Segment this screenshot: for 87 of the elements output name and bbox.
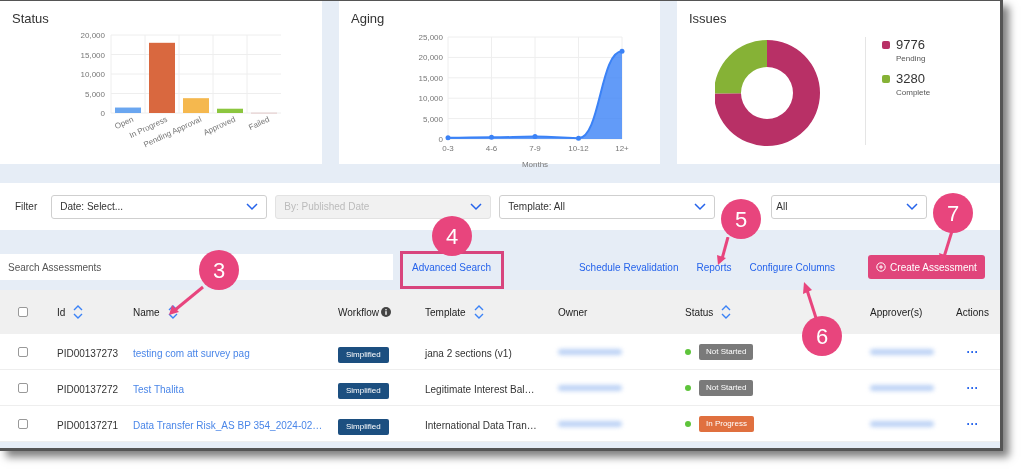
table-cell: PID00137271 xyxy=(57,419,119,431)
axis-label: 5,000 xyxy=(422,114,443,124)
callout-arrow xyxy=(800,280,820,318)
checkbox[interactable] xyxy=(17,418,28,429)
status-badge: Not Started xyxy=(699,379,754,396)
axis-label: 20,000 xyxy=(80,30,105,40)
legend-swatch xyxy=(882,74,890,83)
table-cell: Legitimate Interest Bal… xyxy=(425,383,535,395)
sort-icon[interactable] xyxy=(473,305,484,319)
assessment-link[interactable]: Data Transfer Risk_AS BP 354_2024-02… xyxy=(133,419,323,431)
sort-icon[interactable] xyxy=(73,305,84,319)
legend-swatch xyxy=(882,40,890,49)
create-assessment-button[interactable]: Create Assessment xyxy=(868,255,985,279)
advanced-search-link[interactable]: Advanced Search xyxy=(412,259,491,275)
reports-link[interactable]: Reports xyxy=(696,259,732,275)
axis-label: 20,000 xyxy=(418,52,443,62)
checkbox[interactable] xyxy=(17,382,28,393)
schedule-revalidation-link[interactable]: Schedule Revalidation xyxy=(578,259,679,275)
chevron-down-icon xyxy=(694,202,707,211)
axis-label: 10,000 xyxy=(418,93,443,103)
legend-value: 3280 xyxy=(896,70,926,87)
axis-label: 10-12 xyxy=(567,143,589,153)
dropdown[interactable]: Date: Select... xyxy=(51,194,268,219)
bar xyxy=(149,42,175,113)
column-header: Owner xyxy=(558,305,588,320)
bar xyxy=(115,107,141,113)
status-badge: In Progress xyxy=(699,415,754,432)
column-header: Template xyxy=(425,305,466,320)
more-actions-button[interactable]: ··· xyxy=(966,345,979,358)
card-title: Issues xyxy=(689,10,727,28)
bar xyxy=(217,108,243,113)
column-header: Id xyxy=(57,305,66,320)
column-header: Approver(s) xyxy=(870,305,923,320)
sort-icon[interactable] xyxy=(167,305,178,319)
table-cell: jana 2 sections (v1) xyxy=(425,347,512,359)
legend-value: 9776 xyxy=(896,36,926,53)
more-actions-button[interactable]: ··· xyxy=(966,381,979,394)
chevron-down-icon xyxy=(246,202,259,211)
column-header: Workflow xyxy=(338,305,379,320)
redacted-name xyxy=(558,348,622,355)
workflow-badge: Simplified xyxy=(338,382,389,399)
axis-label: 25,000 xyxy=(418,32,443,42)
legend-label: Pending xyxy=(896,52,926,65)
legend-label: Complete xyxy=(896,86,931,99)
workflow-badge: Simplified xyxy=(338,346,389,363)
chevron-down-icon xyxy=(470,202,483,211)
axis-label: 10,000 xyxy=(80,69,105,79)
axis-label: 7-9 xyxy=(528,143,541,153)
card-title: Aging xyxy=(351,10,385,28)
dropdown[interactable]: All xyxy=(771,194,928,219)
workflow-badge: Simplified xyxy=(338,418,389,435)
redacted-name xyxy=(870,348,934,355)
sort-icon[interactable] xyxy=(721,305,732,319)
column-header: Name xyxy=(133,305,160,320)
configure-columns-link[interactable]: Configure Columns xyxy=(749,259,836,275)
table-cell: PID00137272 xyxy=(57,383,119,395)
checkbox[interactable] xyxy=(17,307,28,317)
chevron-down-icon xyxy=(906,202,919,211)
filter-label: Filter xyxy=(15,200,38,214)
bar xyxy=(183,97,209,113)
checkbox[interactable] xyxy=(17,346,28,357)
redacted-name xyxy=(870,384,934,391)
axis-title: Months xyxy=(521,159,548,169)
dropdown[interactable]: Template: All xyxy=(499,194,716,219)
assessment-link[interactable]: Test Thalita xyxy=(133,383,184,395)
info-icon xyxy=(380,307,391,317)
axis-label: 15,000 xyxy=(80,50,105,59)
assessment-link[interactable]: testing com att survey pag xyxy=(133,347,250,359)
redacted-name xyxy=(558,420,622,427)
table-cell: PID00137273 xyxy=(57,347,119,359)
plus-circle-icon xyxy=(876,262,887,272)
axis-label: 15,000 xyxy=(418,73,443,83)
redacted-name xyxy=(870,420,934,427)
column-header: Status xyxy=(685,305,714,320)
axis-label: 0-3 xyxy=(441,143,454,153)
axis-label: 12+ xyxy=(614,143,629,153)
redacted-name xyxy=(558,384,622,391)
card-title: Status xyxy=(12,10,49,28)
axis-label: 5,000 xyxy=(84,89,105,98)
axis-label: 4-6 xyxy=(485,143,497,153)
axis-label: Open xyxy=(113,114,135,131)
axis-label: 0 xyxy=(100,108,105,118)
axis-label: 0 xyxy=(438,134,443,144)
status-badge: Not Started xyxy=(699,343,754,360)
more-actions-button[interactable]: ··· xyxy=(966,417,979,430)
column-header: Actions xyxy=(956,305,989,320)
table-cell: International Data Tran… xyxy=(425,419,537,431)
